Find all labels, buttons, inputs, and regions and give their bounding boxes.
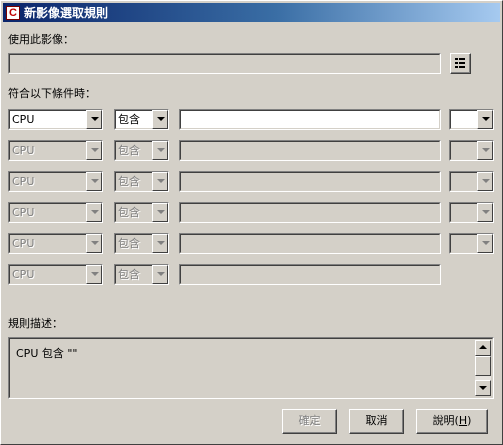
scroll-thumb[interactable] — [475, 356, 491, 376]
scroll-down-icon[interactable] — [475, 380, 491, 396]
condition-logic-select-1[interactable] — [449, 109, 494, 130]
conditions-label: 符合以下條件時： — [8, 87, 96, 100]
condition-logic-select-3[interactable] — [449, 171, 494, 192]
image-field — [8, 53, 441, 74]
chevron-down-icon[interactable] — [86, 265, 102, 284]
condition-field-select-3[interactable]: CPU — [8, 171, 103, 192]
condition-operator-select-4[interactable]: 包含 — [114, 202, 169, 223]
condition-logic-select-4[interactable] — [449, 202, 494, 223]
chevron-down-icon[interactable] — [86, 172, 102, 191]
field-select-value: CPU — [12, 237, 35, 250]
chevron-down-icon[interactable] — [477, 172, 493, 191]
title-bar[interactable]: C 新影像選取規則 — [3, 3, 500, 22]
condition-operator-select-5[interactable]: 包含 — [114, 233, 169, 254]
condition-logic-select-2[interactable] — [449, 140, 494, 161]
operator-select-value: 包含 — [118, 206, 140, 219]
condition-field-select-2[interactable]: CPU — [8, 140, 103, 161]
condition-operator-select-6[interactable]: 包含 — [114, 264, 169, 285]
operator-select-value: 包含 — [118, 175, 140, 188]
condition-value-input-3[interactable] — [179, 171, 441, 192]
use-image-label: 使用此影像： — [8, 33, 74, 46]
chevron-down-icon[interactable] — [86, 234, 102, 253]
condition-field-select-5[interactable]: CPU — [8, 233, 103, 254]
app-icon: C — [6, 5, 20, 20]
window-title: 新影像選取規則 — [24, 6, 109, 20]
condition-value-input-2[interactable] — [179, 140, 441, 161]
chevron-down-icon[interactable] — [477, 234, 493, 253]
condition-operator-select-3[interactable]: 包含 — [114, 171, 169, 192]
chevron-down-icon[interactable] — [86, 110, 102, 129]
condition-field-select-6[interactable]: CPU — [8, 264, 103, 285]
chevron-down-icon[interactable] — [86, 141, 102, 160]
chevron-down-icon[interactable] — [477, 203, 493, 222]
field-select-value: CPU — [12, 268, 35, 281]
chevron-down-icon[interactable] — [152, 172, 168, 191]
browse-list-icon — [454, 57, 467, 70]
help-button[interactable]: 說明(H) — [416, 409, 488, 434]
condition-value-input-4[interactable] — [179, 202, 441, 223]
condition-operator-select-2[interactable]: 包含 — [114, 140, 169, 161]
ok-button[interactable]: 確定 — [282, 409, 337, 434]
condition-field-select-1[interactable]: CPU — [8, 109, 103, 130]
condition-operator-select-1[interactable]: 包含 — [114, 109, 169, 130]
chevron-down-icon[interactable] — [86, 203, 102, 222]
field-select-value: CPU — [12, 206, 35, 219]
operator-select-value: 包含 — [118, 237, 140, 250]
operator-select-value: 包含 — [118, 113, 140, 126]
cancel-button[interactable]: 取消 — [349, 409, 404, 434]
condition-value-input-5[interactable] — [179, 233, 441, 254]
chevron-down-icon[interactable] — [477, 110, 493, 129]
help-mnemonic: H — [458, 414, 468, 427]
chevron-down-icon[interactable] — [152, 265, 168, 284]
dialog-window: C 新影像選取規則 使用此影像： 符合以下條件時： CPU 包含 CPU 包含 … — [0, 0, 503, 445]
operator-select-value: 包含 — [118, 268, 140, 281]
field-select-value: CPU — [12, 144, 35, 157]
condition-field-select-4[interactable]: CPU — [8, 202, 103, 223]
condition-logic-select-5[interactable] — [449, 233, 494, 254]
help-label-suffix: ) — [467, 414, 472, 427]
rule-description-text: CPU 包含 "" — [16, 347, 78, 360]
chevron-down-icon[interactable] — [477, 141, 493, 160]
chevron-down-icon[interactable] — [152, 234, 168, 253]
help-label-prefix: 說明( — [432, 414, 459, 427]
condition-value-input-1[interactable] — [179, 109, 441, 130]
operator-select-value: 包含 — [118, 144, 140, 157]
description-scrollbar[interactable] — [475, 340, 491, 396]
rule-description-box[interactable]: CPU 包含 "" — [8, 337, 494, 399]
rule-description-label: 規則描述： — [8, 317, 63, 330]
chevron-down-icon[interactable] — [152, 141, 168, 160]
browse-image-button[interactable] — [450, 53, 471, 74]
chevron-down-icon[interactable] — [152, 110, 168, 129]
field-select-value: CPU — [12, 175, 35, 188]
chevron-down-icon[interactable] — [152, 203, 168, 222]
field-select-value: CPU — [12, 113, 35, 126]
condition-value-input-6[interactable] — [179, 264, 441, 285]
scroll-up-icon[interactable] — [475, 340, 491, 356]
